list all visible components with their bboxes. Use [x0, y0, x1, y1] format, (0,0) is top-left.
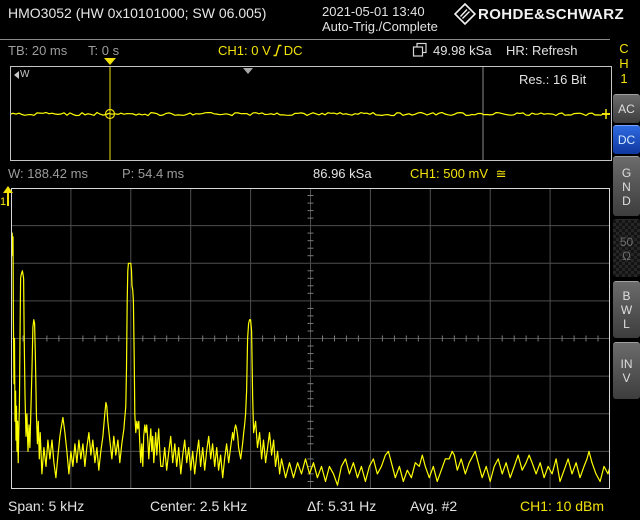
sidebar-channel-label: CH1 — [617, 41, 631, 86]
fft-plot — [11, 188, 610, 489]
ch1-trigger-text: CH1: 0 V — [218, 43, 271, 58]
zoom-window: W Res.: 16 Bit — [10, 66, 612, 161]
window-sample-rate: 86.96 kSa — [313, 166, 372, 181]
sample-rate-value: 49.98 kSa — [433, 43, 492, 58]
svg-text:1: 1 — [0, 196, 6, 208]
bwl-button-label: BWL — [620, 289, 633, 331]
coupling-symbol: ≅ — [496, 166, 507, 181]
window-label: W — [14, 69, 29, 80]
trigger-coupling-text: DC — [284, 43, 303, 58]
average-count: Avg. #2 — [410, 498, 457, 514]
window-width-value[interactable]: W: 188.42 ms — [8, 166, 88, 181]
timebase-value[interactable]: TB: 20 ms — [8, 43, 67, 58]
rohde-schwarz-logo: ROHDE&SCHWARZ — [454, 3, 624, 25]
header-divider — [0, 39, 610, 40]
acquisition-mode[interactable]: HR: Refresh — [506, 43, 578, 58]
coupling-ac-button[interactable]: AC — [613, 94, 640, 123]
inv-button-label: INV — [620, 357, 633, 385]
oscilloscope-screen: HMO3052 (HW 0x10101000; SW 06.005) 2021-… — [0, 0, 640, 520]
datetime: 2021-05-01 13:40 — [322, 4, 425, 19]
ch1-trigger-level[interactable]: CH1: 0 V DC — [218, 43, 303, 58]
fft-scale-value[interactable]: CH1: 10 dBm — [520, 498, 604, 514]
coupling-gnd-button[interactable]: GND — [613, 156, 640, 216]
span-value[interactable]: Span: 5 kHz — [8, 498, 84, 514]
brand-text: ROHDE&SCHWARZ — [478, 6, 624, 23]
50ohm-button-label: 50Ω — [618, 235, 635, 263]
rs-diamond-icon — [454, 3, 476, 25]
resolution-label: Res.: 16 Bit — [519, 72, 586, 87]
invert-button[interactable]: INV — [613, 342, 640, 399]
rising-edge-icon — [273, 44, 282, 57]
delta-f-value: Δf: 5.31 Hz — [307, 498, 376, 514]
center-value[interactable]: Center: 2.5 kHz — [150, 498, 247, 514]
dc-button-label: DC — [618, 133, 635, 147]
window-label-text: W — [20, 69, 29, 80]
ch1-scale-value[interactable]: CH1: 500 mV ≅ — [410, 166, 507, 181]
trigger-status: Auto-Trig./Complete — [322, 19, 438, 34]
gnd-button-label: GND — [620, 166, 633, 208]
trigger-position-marker[interactable] — [104, 58, 116, 65]
layers-icon — [412, 42, 428, 58]
coupling-50ohm-button: 50Ω — [613, 219, 640, 277]
ac-button-label: AC — [618, 102, 635, 116]
device-title: HMO3052 (HW 0x10101000; SW 06.005) — [8, 5, 266, 21]
trigger-time-value[interactable]: T: 0 s — [88, 43, 119, 58]
zoom-region-marker[interactable] — [243, 68, 253, 74]
left-triangle-icon — [14, 71, 19, 79]
coupling-dc-button[interactable]: DC — [613, 125, 640, 154]
fft-canvas — [11, 188, 610, 489]
ch1-scale-text: CH1: 500 mV — [410, 166, 488, 181]
bandwidth-limit-button[interactable]: BWL — [613, 281, 640, 338]
window-position-value[interactable]: P: 54.4 ms — [122, 166, 184, 181]
channel1-reference-marker[interactable]: 1 — [0, 184, 14, 210]
